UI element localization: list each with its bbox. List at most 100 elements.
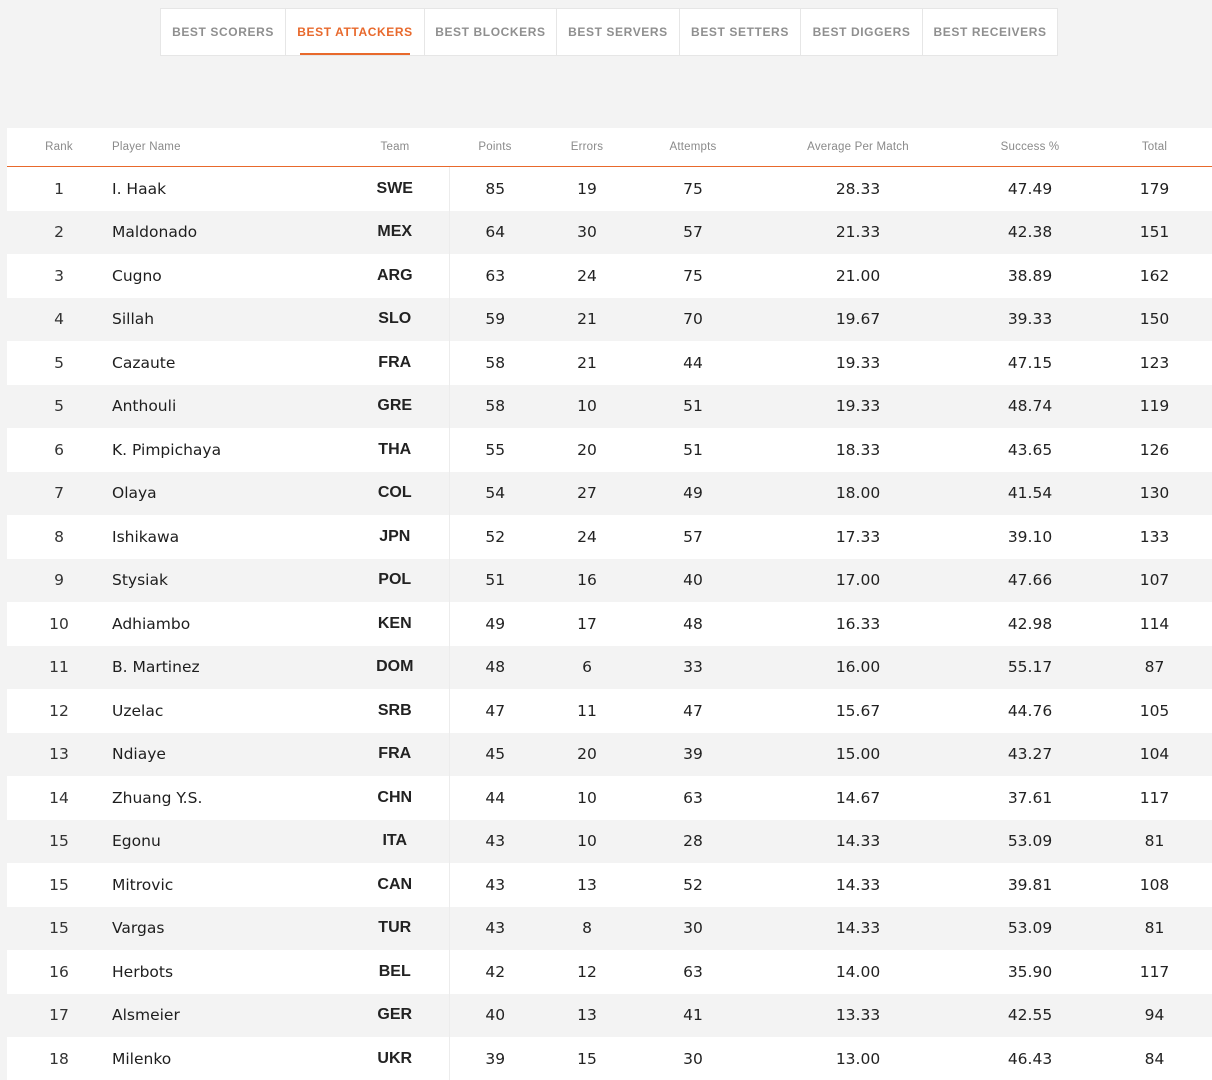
cell-errors: 15 [577,1049,597,1068]
cell-average-per-match: 14.33 [835,875,881,894]
cell-success-pct: 37.61 [1007,788,1053,807]
cell-player-name[interactable]: Ishikawa [111,515,341,559]
tab-best-setters[interactable]: BEST SETTERS [680,9,802,55]
cell-player-name[interactable]: Herbots [111,950,341,994]
table-row[interactable]: 17 Alsmeier GER 40 13 41 13.33 42.55 94 [7,993,1212,1037]
column-header-average-per-match[interactable]: Average Per Match [753,128,963,167]
cell-player-name[interactable]: Zhuang Y.S. [111,776,341,820]
cell-player-name[interactable]: Adhiambo [111,602,341,646]
cell-points: 45 [449,732,541,776]
cell-points: 39 [485,1049,506,1068]
table-row[interactable]: 18 Milenko UKR 39 15 30 13.00 46.43 84 [7,1037,1212,1080]
tab-best-blockers[interactable]: BEST BLOCKERS [425,9,557,55]
table-row[interactable]: 13 Ndiaye FRA 45 20 39 15.00 43.27 104 [7,732,1212,776]
table-row[interactable]: 6 K. Pimpichaya THA 55 20 51 18.33 43.65 126 [7,428,1212,472]
column-header-player-name[interactable]: Player Name [111,128,341,167]
cell-rank: 13 [7,732,111,776]
table-row[interactable]: 7 Olaya COL 54 27 49 18.00 41.54 130 [7,471,1212,515]
table-row[interactable]: 15 Mitrovic CAN 43 13 52 14.33 39.81 108 [7,863,1212,907]
cell-average-per-match: 13.00 [835,1049,881,1068]
cell-average-per-match: 17.00 [753,558,963,602]
table-row[interactable]: 4 Sillah SLO 59 21 70 19.67 39.33 150 [7,297,1212,341]
tab-best-servers[interactable]: BEST SERVERS [557,9,680,55]
cell-player-name[interactable]: Egonu [111,819,341,863]
table-row[interactable]: 15 Egonu ITA 43 10 28 14.33 53.09 81 [7,819,1212,863]
cell-player-name[interactable]: Uzelac [111,689,341,733]
table-row[interactable]: 3 Cugno ARG 63 24 75 21.00 38.89 162 [7,254,1212,298]
cell-attempts: 75 [683,179,703,198]
column-header-success-pct[interactable]: Success % [963,128,1097,167]
cell-team: FRA [341,732,450,776]
tab-best-receivers[interactable]: BEST RECEIVERS [923,9,1057,55]
cell-attempts: 47 [683,701,703,720]
cell-success-pct: 43.65 [1007,440,1053,459]
cell-team: CHN [341,776,450,820]
cell-average-per-match: 18.33 [835,440,881,459]
tab-best-scorers[interactable]: BEST SCORERS [161,9,287,55]
cell-attempts: 39 [633,732,753,776]
table-row[interactable]: 10 Adhiambo KEN 49 17 48 16.33 42.98 114 [7,602,1212,646]
tab-best-diggers[interactable]: BEST DIGGERS [801,9,924,55]
cell-player-name[interactable]: Mitrovic [111,863,341,907]
cell-errors: 8 [541,906,633,950]
cell-team: SRB [341,689,450,733]
cell-average-per-match: 15.67 [835,701,881,720]
cell-attempts: 30 [683,1049,703,1068]
cell-player-name[interactable]: Milenko [111,1037,341,1080]
cell-player-name[interactable]: Maldonado [111,210,341,254]
column-header-attempts[interactable]: Attempts [633,128,753,167]
table-row[interactable]: 5 Anthouli GRE 58 10 51 19.33 48.74 119 [7,384,1212,428]
table-row[interactable]: 15 Vargas TUR 43 8 30 14.33 53.09 81 [7,906,1212,950]
cell-player-name[interactable]: I. Haak [111,167,341,211]
cell-average-per-match: 16.33 [835,614,881,633]
column-header-rank[interactable]: Rank [7,128,111,167]
cell-errors: 24 [577,527,597,546]
table-row[interactable]: 5 Cazaute FRA 58 21 44 19.33 47.15 123 [7,341,1212,385]
cell-rank: 5 [7,384,111,428]
cell-team: COL [341,471,450,515]
cell-player-name[interactable]: Sillah [111,297,341,341]
cell-player-name[interactable]: Cugno [111,254,341,298]
column-header-total[interactable]: Total [1097,128,1212,167]
cell-player-name[interactable]: Olaya [111,471,341,515]
table-row[interactable]: 12 Uzelac SRB 47 11 47 15.67 44.76 105 [7,689,1212,733]
cell-total: 162 [1139,266,1170,285]
table-row[interactable]: 1 I. Haak SWE 85 19 75 28.33 47.49 179 [7,166,1212,211]
cell-total: 84 [1144,1049,1165,1068]
cell-player-name[interactable]: Ndiaye [111,732,341,776]
cell-errors: 30 [541,210,633,254]
cell-points: 47 [485,701,506,720]
cell-errors: 21 [577,353,597,372]
cell-points: 49 [485,614,506,633]
cell-player-name[interactable]: Alsmeier [111,993,341,1037]
cell-total: 81 [1097,906,1212,950]
table-row[interactable]: 16 Herbots BEL 42 12 63 14.00 35.90 117 [7,950,1212,994]
cell-player-name[interactable]: Stysiak [111,558,341,602]
column-header-points[interactable]: Points [449,128,541,167]
column-header-team[interactable]: Team [341,128,449,167]
cell-team: POL [341,558,450,602]
tab-best-attackers[interactable]: BEST ATTACKERS [286,9,425,55]
cell-player-name[interactable]: Anthouli [111,384,341,428]
table-row[interactable]: 11 B. Martinez DOM 48 6 33 16.00 55.17 87 [7,645,1212,689]
table-row[interactable]: 14 Zhuang Y.S. CHN 44 10 63 14.67 37.61 117 [7,776,1212,820]
cell-player-name[interactable]: Cazaute [111,341,341,385]
cell-errors: 11 [577,701,597,720]
cell-rank: 12 [49,701,69,720]
table-row[interactable]: 9 Stysiak POL 51 16 40 17.00 47.66 107 [7,558,1212,602]
cell-rank: 15 [7,819,111,863]
table-row[interactable]: 8 Ishikawa JPN 52 24 57 17.33 39.10 133 [7,515,1212,559]
cell-success-pct: 44.76 [1007,701,1053,720]
cell-errors: 10 [541,384,633,428]
cell-points: 40 [449,993,541,1037]
table-row[interactable]: 2 Maldonado MEX 64 30 57 21.33 42.38 151 [7,210,1212,254]
cell-errors: 17 [577,614,597,633]
cell-attempts: 70 [633,297,753,341]
cell-average-per-match: 14.67 [835,788,881,807]
cell-player-name[interactable]: B. Martinez [111,645,341,689]
column-header-errors[interactable]: Errors [541,128,633,167]
cell-total: 81 [1097,819,1212,863]
cell-player-name[interactable]: K. Pimpichaya [111,428,341,472]
cell-player-name[interactable]: Vargas [111,906,341,950]
cell-success-pct: 35.90 [1007,962,1053,981]
